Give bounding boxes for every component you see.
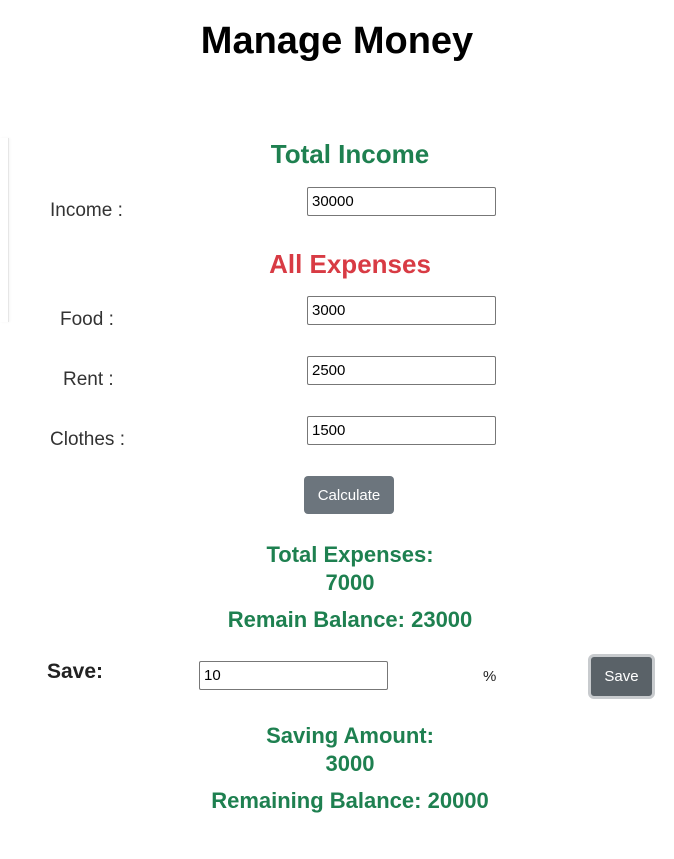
save-label: Save: xyxy=(47,660,104,683)
page-title: Manage Money xyxy=(200,20,474,62)
rent-input[interactable] xyxy=(307,356,496,385)
all-expenses-heading: All Expenses xyxy=(269,249,431,279)
income-label: Income : xyxy=(50,200,123,221)
save-percent-input[interactable] xyxy=(199,661,388,690)
total-expenses-label: Total Expenses: xyxy=(266,542,434,567)
percent-sign: % xyxy=(483,668,497,685)
remain-balance: Remain Balance: 23000 xyxy=(227,607,473,632)
total-expenses-value: 7000 xyxy=(325,570,375,595)
total-income-heading: Total Income xyxy=(270,139,430,169)
rent-label: Rent : xyxy=(63,369,114,390)
saving-amount-block: Saving Amount: 3000 xyxy=(0,722,674,778)
saving-amount-value: 3000 xyxy=(325,751,375,776)
page: Manage Money Total Income Income : All E… xyxy=(0,0,674,859)
clothes-input[interactable] xyxy=(307,416,496,445)
calculate-button[interactable]: Calculate xyxy=(304,476,394,514)
remaining-balance: Remaining Balance: 20000 xyxy=(211,788,489,813)
food-label: Food : xyxy=(60,309,114,330)
saving-amount-label: Saving Amount: xyxy=(266,723,434,748)
clothes-label: Clothes : xyxy=(50,429,125,450)
save-button[interactable]: Save xyxy=(588,654,655,699)
total-expenses-block: Total Expenses: 7000 xyxy=(0,541,674,597)
income-input[interactable] xyxy=(307,187,496,216)
food-input[interactable] xyxy=(307,296,496,325)
